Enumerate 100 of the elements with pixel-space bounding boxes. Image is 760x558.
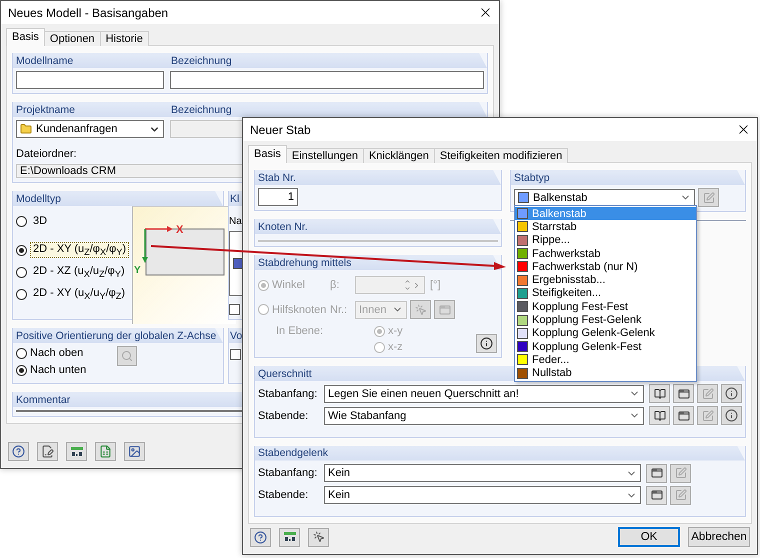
radio-button[interactable] bbox=[16, 216, 27, 226]
help-button[interactable] bbox=[250, 528, 271, 546]
option-label: Nach unten bbox=[30, 364, 86, 376]
radio-button[interactable] bbox=[16, 266, 27, 278]
option-label: 2D - XZ (u$_{X}$/u$_{Z}$/φ$_{Y}$) bbox=[32, 264, 126, 280]
checkbox[interactable] bbox=[229, 304, 240, 315]
tab[interactable]: Basis bbox=[6, 28, 45, 46]
radio-button[interactable] bbox=[16, 348, 27, 358]
group-title: Querschnitt bbox=[258, 368, 312, 380]
edit-icon bbox=[41, 445, 54, 458]
window-icon bbox=[650, 467, 662, 479]
list-item[interactable]: Kopplung Gelenk-Gelenk bbox=[515, 326, 696, 340]
pick-button[interactable] bbox=[308, 528, 329, 546]
radio-button[interactable] bbox=[16, 244, 27, 256]
units-icon bbox=[70, 446, 84, 458]
tab[interactable]: Historie bbox=[100, 31, 149, 46]
library-button[interactable] bbox=[649, 406, 670, 425]
radio-button[interactable] bbox=[16, 288, 27, 300]
library-button[interactable] bbox=[649, 384, 670, 403]
input-field[interactable]: 1 bbox=[258, 188, 298, 206]
tab[interactable]: Einstellungen bbox=[286, 148, 364, 163]
field-label: Stabende: bbox=[258, 410, 310, 422]
option-label: x-y bbox=[388, 325, 403, 337]
tab[interactable]: Steifigkeiten modifizieren bbox=[434, 148, 568, 163]
input-field[interactable] bbox=[170, 71, 484, 89]
edit-icon bbox=[702, 192, 714, 204]
window-icon bbox=[650, 489, 662, 501]
group-title: Bezeichnung bbox=[171, 54, 232, 66]
list-item[interactable]: Nullstab bbox=[515, 366, 696, 380]
new-button[interactable] bbox=[673, 406, 694, 425]
combo-box[interactable]: Legen Sie einen neuen Querschnitt an! bbox=[324, 384, 644, 402]
new-button[interactable] bbox=[646, 464, 667, 482]
tab[interactable]: Optionen bbox=[44, 31, 101, 46]
group-title: Knoten Nr. bbox=[258, 220, 308, 232]
window-icon bbox=[438, 304, 450, 316]
input-field[interactable] bbox=[16, 71, 164, 89]
list-item[interactable]: Fachwerkstab (nur N) bbox=[515, 260, 696, 274]
units-button[interactable] bbox=[66, 442, 87, 461]
option-label: 2D - XY (u$_{X}$/u$_{Y}$/φ$_{Z}$) bbox=[32, 286, 126, 303]
field-label: Nr.: bbox=[330, 304, 348, 316]
info-icon bbox=[480, 337, 493, 350]
combo-box[interactable]: Kein bbox=[324, 464, 641, 482]
list-item[interactable]: Kopplung Gelenk-Fest bbox=[515, 340, 696, 354]
group-title: Modellname bbox=[16, 54, 74, 66]
book-icon bbox=[654, 410, 666, 422]
group-title: Vo bbox=[230, 330, 242, 342]
group-title: Stabdrehung mittels bbox=[258, 256, 352, 268]
combo-box[interactable]: Kundenanfragen bbox=[16, 120, 164, 138]
list-item[interactable]: Kopplung Fest-Fest bbox=[515, 300, 696, 314]
group-title: Positive Orientierung der globalen Z-Achse bbox=[16, 330, 216, 342]
info-button[interactable] bbox=[721, 406, 742, 425]
radio-button[interactable] bbox=[16, 364, 27, 376]
option-label: 3D bbox=[32, 214, 48, 228]
combo-box[interactable]: Wie Stabanfang bbox=[324, 406, 644, 424]
edit-icon bbox=[702, 410, 714, 422]
edit-icon bbox=[674, 467, 686, 479]
new-button[interactable] bbox=[673, 384, 694, 403]
field-label: Na bbox=[229, 216, 242, 227]
option-label: 2D - XY (u$_{Z}$/φ$_{X}$/φ$_{Y}$) bbox=[30, 242, 130, 258]
list-item[interactable]: Feder... bbox=[515, 353, 696, 367]
list-item[interactable]: Starrstab bbox=[515, 220, 696, 234]
option-label: Winkel bbox=[272, 279, 306, 291]
tab[interactable]: Knicklängen bbox=[362, 148, 435, 163]
dialog-button[interactable]: OK bbox=[618, 527, 680, 547]
info-icon bbox=[725, 409, 738, 422]
list-item[interactable]: Fachwerkstab bbox=[515, 246, 696, 260]
list-item[interactable]: Kopplung Fest-Gelenk bbox=[515, 313, 696, 327]
field-label: In Ebene: bbox=[275, 325, 324, 337]
export-button[interactable] bbox=[95, 442, 116, 461]
info-button[interactable] bbox=[721, 384, 742, 403]
group-title: Stabtyp bbox=[514, 172, 550, 184]
tab[interactable]: Basis bbox=[248, 145, 287, 163]
group-title: Stab Nr. bbox=[258, 172, 296, 184]
combo-box[interactable]: Kein bbox=[324, 486, 641, 504]
checkbox[interactable] bbox=[230, 349, 241, 360]
option-label: Hilfsknoten bbox=[272, 304, 326, 316]
edit-button[interactable] bbox=[37, 442, 58, 461]
field-label: β: bbox=[330, 279, 340, 291]
y-axis-arrow bbox=[142, 229, 148, 263]
help-button[interactable] bbox=[8, 442, 29, 461]
new-button[interactable] bbox=[646, 486, 667, 504]
units-button[interactable] bbox=[279, 528, 300, 546]
dialog-button[interactable]: Abbrechen bbox=[688, 527, 750, 547]
spreadsheet-icon bbox=[99, 445, 112, 458]
help-icon bbox=[12, 445, 25, 458]
edit-icon bbox=[702, 388, 714, 400]
group-title: Kommentar bbox=[16, 394, 70, 406]
window-icon bbox=[678, 410, 690, 422]
list-item[interactable]: Steifigkeiten... bbox=[515, 286, 696, 300]
list-item[interactable]: Ergebnisstab... bbox=[515, 273, 696, 287]
option-label: x-z bbox=[388, 341, 403, 353]
image-button[interactable] bbox=[124, 442, 145, 461]
book-icon bbox=[654, 388, 666, 400]
field-label: Stabende: bbox=[258, 489, 310, 501]
option-label: Nach oben bbox=[30, 347, 84, 359]
window-title: Neues Modell - Basisangaben bbox=[8, 6, 168, 20]
x-axis-arrow bbox=[145, 226, 174, 232]
list-item[interactable]: Rippe... bbox=[515, 234, 696, 247]
member-type-select[interactable]: Balkenstab bbox=[514, 188, 695, 206]
group-title: Kl bbox=[230, 192, 240, 204]
